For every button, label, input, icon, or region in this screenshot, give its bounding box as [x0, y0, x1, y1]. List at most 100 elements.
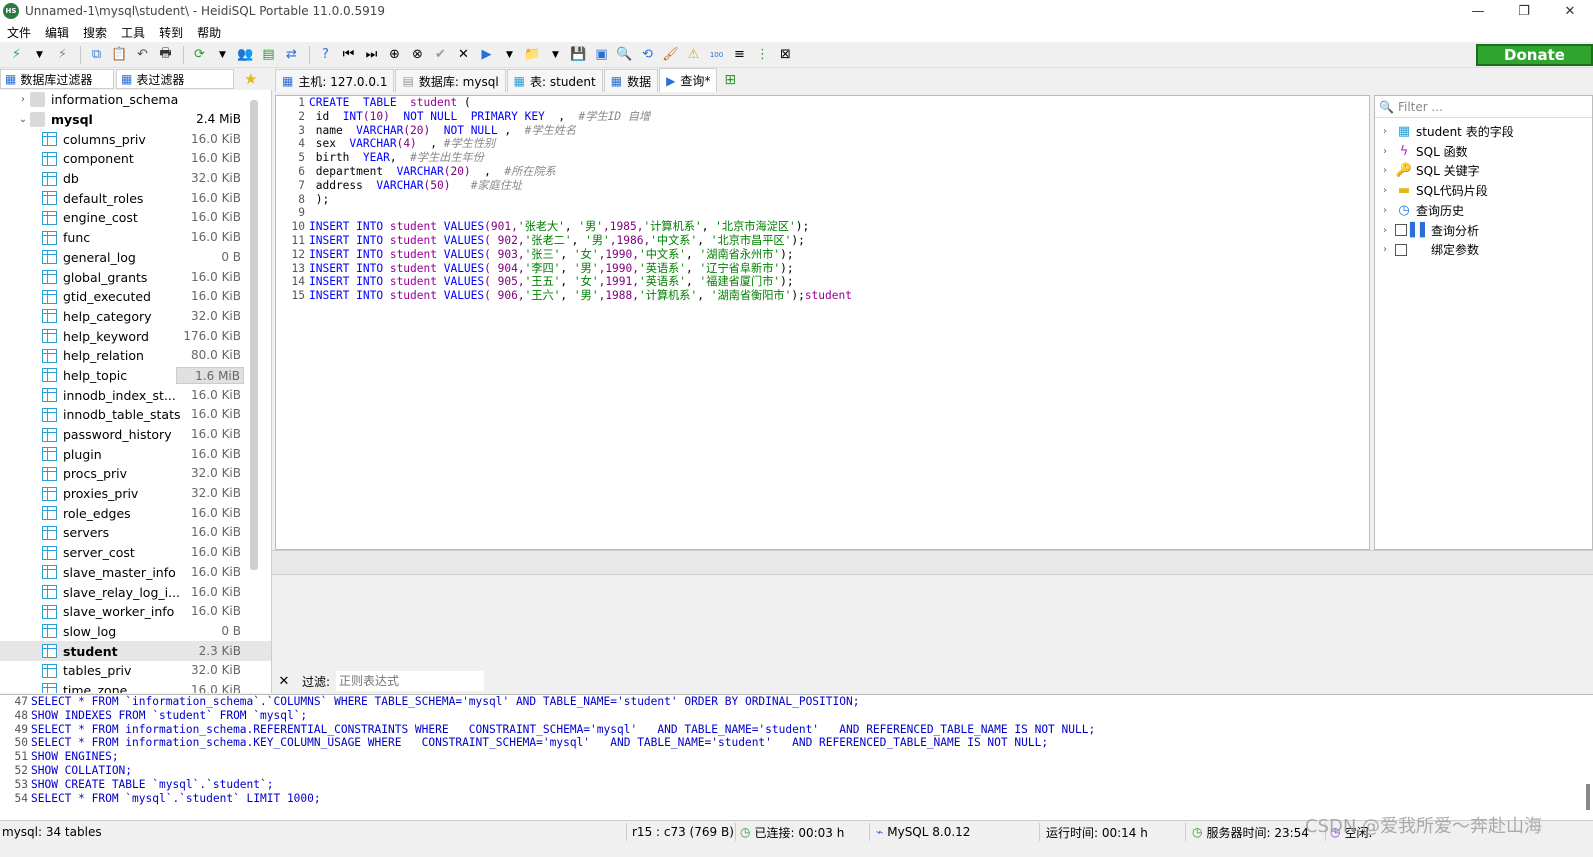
helper-item[interactable]: › ▬ SQL代码片段 [1383, 181, 1488, 200]
dropdown-arrow-icon[interactable]: ▼ [545, 44, 566, 65]
helper-item[interactable]: › ◷ 查询历史 [1383, 201, 1464, 220]
new-query-tab-icon[interactable]: ⊞ [724, 72, 736, 88]
tree-table-row[interactable]: proxies_priv 32.0 KiB [0, 484, 271, 504]
chevron-right-icon[interactable]: › [16, 94, 30, 105]
tree-table-row[interactable]: global_grants 16.0 KiB [0, 267, 271, 287]
log-scrollbar[interactable] [1586, 784, 1590, 810]
menu-goto[interactable]: 转到 [152, 24, 190, 41]
close-filter-icon[interactable]: ✕ [274, 674, 294, 689]
checkbox[interactable] [1395, 224, 1407, 236]
menu-edit[interactable]: 编辑 [38, 24, 76, 41]
dropdown-arrow-icon[interactable]: ▼ [29, 44, 50, 65]
chevron-right-icon[interactable]: › [1383, 165, 1395, 176]
users-icon[interactable]: 👥 [235, 44, 256, 65]
helper-filter[interactable]: 🔍 Filter ... [1375, 96, 1592, 118]
first-icon[interactable]: ⏮ [338, 44, 359, 65]
tree-table-row[interactable]: help_category 32.0 KiB [0, 307, 271, 327]
tree-table-row[interactable]: innodb_index_st... 16.0 KiB [0, 385, 271, 405]
helper-item[interactable]: › 绑定参数 [1383, 240, 1479, 259]
check-icon[interactable]: ✔ [430, 44, 451, 65]
disconnect-icon[interactable]: ⚡ [52, 44, 73, 65]
tab-database[interactable]: ▤ 数据库: mysql [395, 69, 506, 92]
tree-table-row[interactable]: func 16.0 KiB [0, 228, 271, 248]
menu-file[interactable]: 文件 [0, 24, 38, 41]
find-icon[interactable]: 🔍 [614, 44, 635, 65]
helper-item[interactable]: › ϟ SQL 函数 [1383, 142, 1468, 161]
more-icon[interactable]: ⋮ [752, 44, 773, 65]
tree-table-row[interactable]: help_relation 80.0 KiB [0, 346, 271, 366]
tree-scrollbar[interactable] [250, 100, 258, 570]
close-window-button[interactable]: ✕ [1547, 0, 1593, 22]
tree-table-row[interactable]: columns_priv 16.0 KiB [0, 129, 271, 149]
tab-table[interactable]: ▦ 表: student [506, 69, 603, 92]
favorite-star-icon[interactable]: ★ [244, 70, 257, 88]
export-icon[interactable]: ▤ [258, 44, 279, 65]
cancel-icon[interactable]: ✕ [453, 44, 474, 65]
donate-button[interactable]: Donate [1476, 44, 1593, 66]
dropdown-arrow-icon[interactable]: ▼ [212, 44, 233, 65]
stop-icon[interactable]: ⊠ [775, 44, 796, 65]
tree-table-row[interactable]: slave_worker_info 16.0 KiB [0, 602, 271, 622]
chevron-right-icon[interactable]: › [1383, 205, 1395, 216]
tree-table-row[interactable]: general_log 0 B [0, 248, 271, 268]
chevron-right-icon[interactable]: › [1383, 185, 1395, 196]
tree-table-row[interactable]: help_topic 1.6 MiB [0, 366, 271, 386]
table-filter[interactable]: ▦ 表过滤器 [116, 69, 234, 89]
tree-table-row[interactable]: help_keyword 176.0 KiB [0, 326, 271, 346]
clear-icon[interactable]: 🖌 [660, 44, 681, 65]
delete-icon[interactable]: ⊗ [407, 44, 428, 65]
tree-table-row[interactable]: slow_log 0 B [0, 622, 271, 642]
tree-db-information_schema[interactable]: › information_schema [0, 90, 271, 110]
print-icon[interactable]: 🖶 [155, 44, 176, 65]
regex-filter-input[interactable] [336, 671, 485, 691]
sql-editor[interactable]: 1 2 3 4 5 6 7 8 9 10 11 12 13 14 15 CREATE TABLE stude… [275, 95, 1370, 550]
refresh-icon[interactable]: ⟳ [189, 44, 210, 65]
tree-table-row[interactable]: procs_priv 32.0 KiB [0, 464, 271, 484]
sql-log[interactable]: 47 SELECT * FROM `information_schema`.`CO… [0, 694, 1593, 820]
save-as-icon[interactable]: ▣ [591, 44, 612, 65]
tab-data[interactable]: ▦ 数据 [603, 69, 659, 92]
last-icon[interactable]: ⏭ [361, 44, 382, 65]
tree-table-row[interactable]: component 16.0 KiB [0, 149, 271, 169]
run-icon[interactable]: ▶ [476, 44, 497, 65]
checkbox[interactable] [1395, 243, 1407, 256]
chevron-right-icon[interactable]: › [1383, 146, 1395, 157]
tree-table-row[interactable]: slave_relay_log_i... 16.0 KiB [0, 582, 271, 602]
warning-icon[interactable]: ⚠ [683, 44, 704, 65]
menu-search[interactable]: 搜索 [76, 24, 114, 41]
tree-db-mysql[interactable]: ⌄ mysql 2.4 MiB [0, 110, 271, 130]
tree-table-row[interactable]: engine_cost 16.0 KiB [0, 208, 271, 228]
save-icon[interactable]: 💾 [568, 44, 589, 65]
tree-table-row[interactable]: db 32.0 KiB [0, 169, 271, 189]
tree-table-row[interactable]: plugin 16.0 KiB [0, 444, 271, 464]
tree-table-row[interactable]: gtid_executed 16.0 KiB [0, 287, 271, 307]
maximize-button[interactable]: ❐ [1501, 0, 1547, 22]
tree-table-row[interactable]: tables_priv 32.0 KiB [0, 661, 271, 681]
chevron-right-icon[interactable]: › [1383, 126, 1395, 137]
helper-item[interactable]: › ▌▌ 查询分析 [1383, 221, 1479, 240]
help-icon[interactable]: ? [315, 44, 336, 65]
tree-table-row[interactable]: innodb_table_stats 16.0 KiB [0, 405, 271, 425]
tree-table-row[interactable]: password_history 16.0 KiB [0, 425, 271, 445]
tree-table-row[interactable]: default_roles 16.0 KiB [0, 188, 271, 208]
menu-tools[interactable]: 工具 [114, 24, 152, 41]
tab-query[interactable]: ▶ 查询* [659, 68, 718, 92]
helper-item[interactable]: › 🔑 SQL 关键字 [1383, 161, 1480, 180]
binary-icon[interactable]: 100 [706, 44, 727, 65]
tree-table-row[interactable]: time_zone 16.0 KiB [0, 681, 271, 693]
replace-icon[interactable]: ⟲ [637, 44, 658, 65]
connect-icon[interactable]: ⚡ [6, 44, 27, 65]
menu-help[interactable]: 帮助 [190, 24, 228, 41]
chevron-down-icon[interactable]: ⌄ [16, 114, 30, 125]
paste-icon[interactable]: 📋 [109, 44, 130, 65]
add-icon[interactable]: ⊕ [384, 44, 405, 65]
chevron-right-icon[interactable]: › [1383, 225, 1395, 236]
tree-table-row[interactable]: servers 16.0 KiB [0, 523, 271, 543]
tab-host[interactable]: ▦ 主机: 127.0.0.1 [275, 69, 395, 92]
tree-table-row[interactable]: server_cost 16.0 KiB [0, 543, 271, 563]
wrap-icon[interactable]: ≡ [729, 44, 750, 65]
tree-table-row[interactable]: slave_master_info 16.0 KiB [0, 563, 271, 583]
splitter-strip[interactable] [272, 550, 1593, 575]
open-folder-icon[interactable]: 📁 [522, 44, 543, 65]
helper-item[interactable]: › ▦ student 表的字段 [1383, 122, 1514, 141]
